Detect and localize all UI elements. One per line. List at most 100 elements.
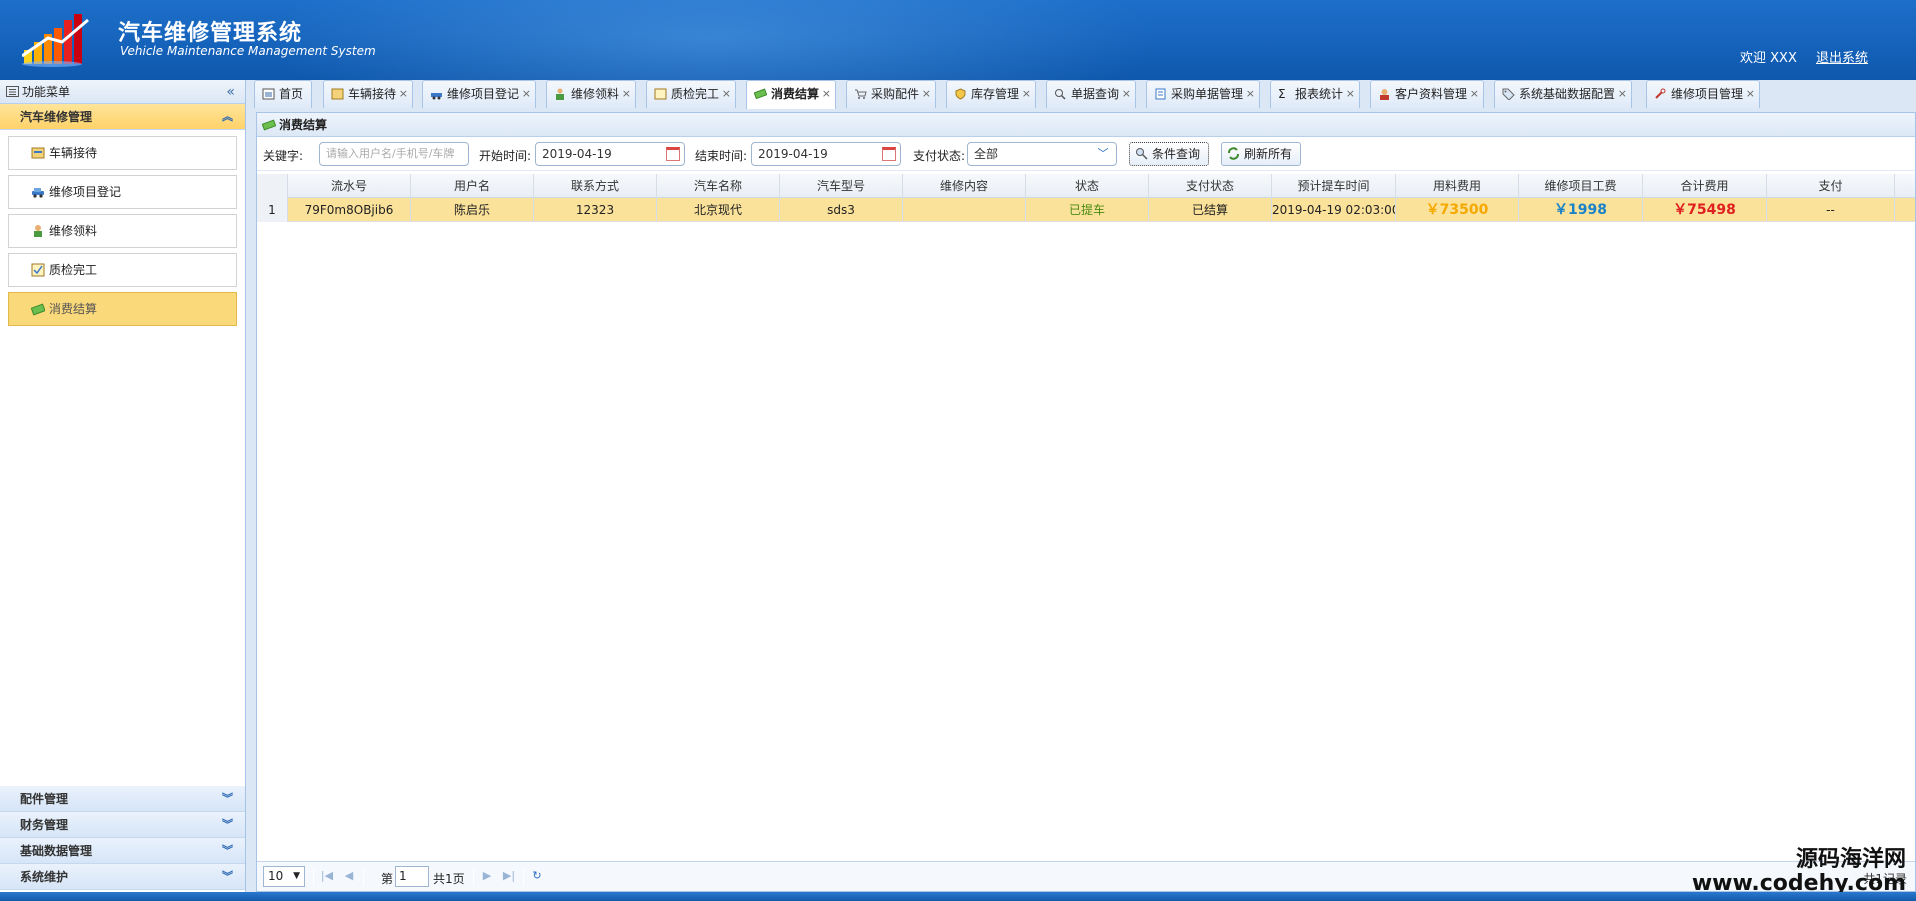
sidebar: 功能菜单 « 汽车维修管理 ︽ 车辆接待 维修项目登记 维修领料 质检完工 消费… [0,80,246,892]
keyword-input[interactable]: 请输入用户名/手机号/车牌 [319,142,469,166]
chevron-down-icon: ︾ [222,844,233,857]
close-icon[interactable]: × [399,81,408,107]
tab-customers[interactable]: 客户资料管理 × [1370,80,1485,108]
sidebar-group-basedata[interactable]: 基础数据管理 ︾ [0,838,245,864]
close-icon[interactable]: × [1470,81,1479,107]
table-row[interactable]: 1 79F0m8OBjib6 陈启乐 12323 北京现代 sds3 已提车 已… [257,198,1915,222]
tab-document-query[interactable]: 单据查询 × [1046,80,1137,108]
tab-base-config[interactable]: 系统基础数据配置 × [1494,80,1633,108]
column-header[interactable]: 用料费用 [1396,174,1519,198]
start-date-input[interactable]: 2019-04-19 [535,142,685,166]
tab-label: 报表统计 [1295,87,1344,101]
sidebar-item-settlement[interactable]: 消费结算 [8,292,237,326]
money-icon [31,303,45,316]
pager-divider [473,868,474,886]
end-date-input[interactable]: 2019-04-19 [751,142,901,166]
refresh-all-button[interactable]: 刷新所有 [1221,142,1301,166]
tab-label: 维修领料 [571,87,620,101]
labor-fee-cell: ￥1998 [1519,198,1643,222]
phone-cell: 12323 [534,198,657,222]
column-header[interactable]: 用户名 [411,174,534,198]
tab-label: 质检完工 [671,87,720,101]
tab-repair-items[interactable]: 维修项目管理 × [1646,80,1761,108]
tools-icon [1655,88,1666,99]
column-header[interactable]: 状态 [1026,174,1149,198]
refresh-icon[interactable]: ↻ [529,868,545,884]
logout-link[interactable]: 退出系统 [1816,47,1868,66]
shield-icon [955,88,966,100]
tab-reports[interactable]: Σ 报表统计 × [1270,80,1361,108]
chevron-down-icon: ▼ [293,871,300,881]
prev-page-icon[interactable]: ◀ [341,868,357,884]
column-header[interactable]: 合计费用 [1643,174,1767,198]
sidebar-group-finance[interactable]: 财务管理 ︾ [0,812,245,838]
tab-label: 首页 [279,87,304,101]
tab-bar: 首页 车辆接待 × 维修项目登记 × 维修领料 × 质检完工 × 消费结算 × 采购配件 × [252,80,1916,109]
collapse-sidebar-icon[interactable]: « [226,80,235,104]
column-header[interactable]: 支付状态 [1149,174,1272,198]
sidebar-group-system[interactable]: 系统维护 ︾ [0,864,245,890]
end-date-value: 2019-04-19 [758,147,828,161]
watermark: 源码海洋网 www.codehy.com [1692,848,1906,896]
close-icon[interactable]: × [1346,81,1355,107]
sidebar-group-repair[interactable]: 汽车维修管理 ︽ [0,104,245,130]
first-page-icon[interactable]: |◀ [319,868,335,884]
close-icon[interactable]: × [1746,81,1755,107]
close-icon[interactable]: × [1022,81,1031,107]
total-fee-cell: ￥75498 [1643,198,1767,222]
close-icon[interactable]: × [1122,81,1131,107]
calendar-icon[interactable] [882,147,896,161]
refresh-icon [1228,147,1239,160]
column-header[interactable]: 维修项目工费 [1519,174,1643,198]
close-icon[interactable]: × [1246,81,1255,107]
tab-inventory[interactable]: 库存管理 × [946,80,1037,108]
sidebar-item-repair-register[interactable]: 维修项目登记 [8,175,237,209]
reception-icon [331,88,344,100]
sidebar-item-material[interactable]: 维修领料 [8,214,237,248]
home-icon [262,88,275,100]
column-header[interactable]: 维修内容 [903,174,1026,198]
tab-repair-register[interactable]: 维修项目登记 × [422,80,537,108]
material-fee-cell: ￥73500 [1396,198,1519,222]
sidebar-group-parts[interactable]: 配件管理 ︾ [0,786,245,812]
sidebar-item-reception[interactable]: 车辆接待 [8,136,237,170]
sidebar-group-label: 基础数据管理 [20,844,93,858]
next-page-icon[interactable]: ▶ [479,868,495,884]
close-icon[interactable]: × [722,81,731,107]
pay-cell[interactable]: -- [1767,198,1895,222]
column-header[interactable]: 汽车名称 [657,174,780,198]
tab-home[interactable]: 首页 [254,80,313,108]
chevron-down-icon: ︾ [222,792,233,805]
close-icon[interactable]: × [822,81,831,107]
close-icon[interactable]: × [922,81,931,107]
page-number-input[interactable]: 1 [395,866,429,887]
page-size-select[interactable]: 10 ▼ [263,866,305,887]
sidebar-item-label: 维修项目登记 [49,185,122,199]
search-button[interactable]: 条件查询 [1129,142,1209,166]
pay-status-select[interactable]: 全部 ﹀ [967,142,1117,166]
tab-reception[interactable]: 车辆接待 × [323,80,414,108]
last-page-icon[interactable]: ▶| [501,868,517,884]
column-header[interactable]: 流水号 [288,174,411,198]
column-header[interactable]: 联系方式 [534,174,657,198]
close-icon[interactable]: × [622,81,631,107]
tab-label: 客户资料管理 [1395,87,1468,101]
worker-icon [556,88,564,100]
tab-purchase-parts[interactable]: 采购配件 × [846,80,937,108]
tab-purchase-docs[interactable]: 采购单据管理 × [1146,80,1261,108]
close-icon[interactable]: × [1618,81,1627,107]
tab-material[interactable]: 维修领料 × [546,80,637,108]
start-time-label: 开始时间: [479,149,532,163]
calendar-icon[interactable] [666,147,680,161]
tab-label: 车辆接待 [348,87,397,101]
column-header[interactable]: 预计提车时间 [1272,174,1396,198]
cart-icon [855,89,867,99]
tab-settlement[interactable]: 消费结算 × [746,80,837,109]
close-icon[interactable]: × [522,81,531,107]
column-header[interactable]: 支付 [1767,174,1895,198]
column-header[interactable]: 汽车型号 [780,174,903,198]
tab-inspection[interactable]: 质检完工 × [646,80,737,108]
sidebar-item-inspection[interactable]: 质检完工 [8,253,237,287]
sidebar-items: 车辆接待 维修项目登记 维修领料 质检完工 消费结算 [0,130,245,824]
tab-label: 消费结算 [771,87,820,101]
